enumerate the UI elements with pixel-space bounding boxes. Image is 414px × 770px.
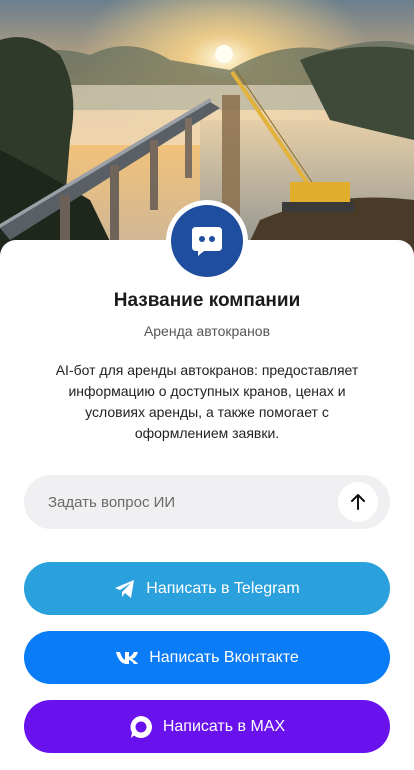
send-button[interactable] (338, 482, 378, 522)
max-button-label: Написать в MAX (162, 717, 286, 735)
max-icon (129, 715, 153, 739)
vk-icon (115, 651, 139, 665)
telegram-button[interactable]: Написать в Telegram (24, 562, 390, 615)
ask-ai-input[interactable] (48, 475, 338, 529)
ask-ai-field[interactable] (24, 475, 390, 529)
telegram-button-label: Написать в Telegram (146, 579, 300, 597)
company-description: AI-бот для аренды автокранов: предоставл… (55, 362, 359, 441)
telegram-icon (114, 579, 136, 599)
vk-button-label: Написать Вконтакте (149, 648, 299, 666)
company-name: Название компании (113, 290, 301, 311)
arrow-up-icon (351, 494, 365, 510)
avatar (166, 200, 248, 282)
max-button[interactable]: Написать в MAX (24, 700, 390, 753)
company-category: Аренда автокранов (143, 323, 271, 339)
vk-button[interactable]: Написать Вконтакте (24, 631, 390, 684)
chat-bot-icon (171, 205, 243, 277)
